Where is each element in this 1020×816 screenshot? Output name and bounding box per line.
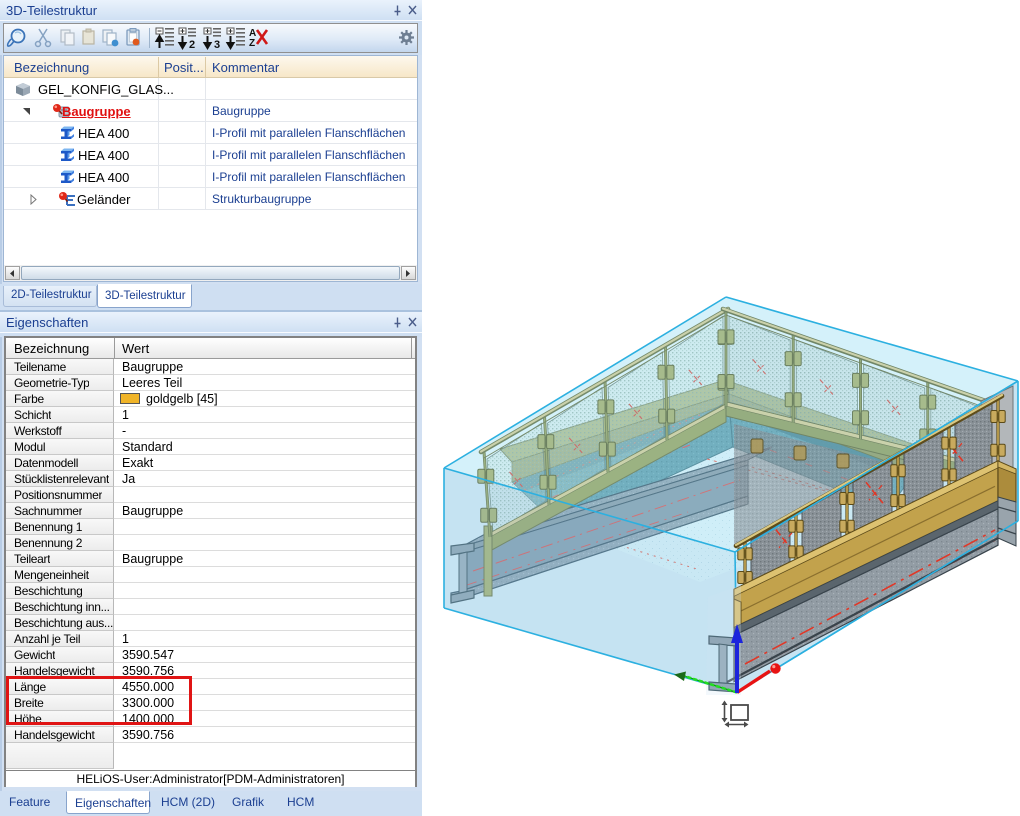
svg-text:3: 3 <box>214 39 220 51</box>
svg-text:2: 2 <box>189 39 195 51</box>
svg-text:Z: Z <box>249 38 255 49</box>
